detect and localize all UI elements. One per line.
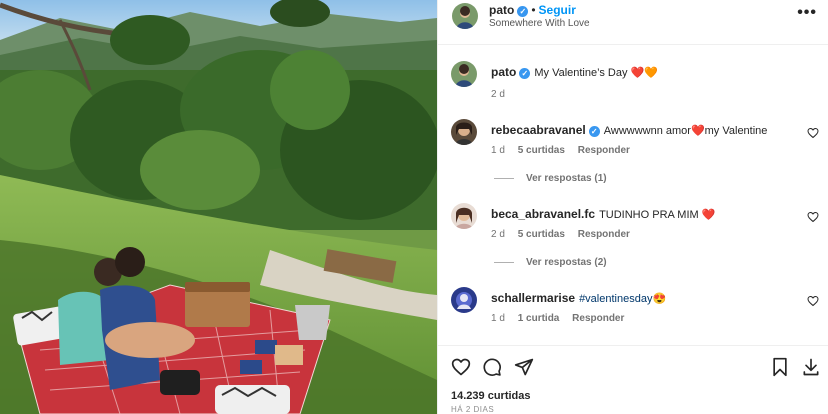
comment-age: 2 d [491, 229, 505, 240]
replies-divider [494, 261, 514, 263]
separator-dot: • [531, 3, 536, 17]
like-comment-heart-icon[interactable] [807, 127, 819, 139]
post-date: HÁ 2 DIAS [451, 405, 495, 414]
view-replies-button[interactable]: Ver respostas (1) [494, 173, 607, 184]
comment-username[interactable]: beca_abravanel.fc [491, 207, 595, 221]
post-photo[interactable] [0, 0, 437, 414]
comment-text: Awwwwwnn amor❤️my Valentine [603, 125, 768, 137]
post-actions: 14.239 curtidas [438, 345, 828, 414]
post-image [0, 0, 437, 414]
like-comment-heart-icon[interactable] [807, 211, 819, 223]
download-icon[interactable] [801, 357, 821, 377]
verified-badge-icon: ✓ [519, 68, 531, 79]
caption-avatar[interactable] [451, 61, 477, 87]
comment-meta: 1 d 1 curtida Responder [491, 313, 634, 324]
post-location[interactable]: Somewhere With Love [489, 18, 590, 29]
save-icon[interactable] [770, 357, 790, 377]
caption-emoji: ❤️🧡 [630, 67, 658, 79]
caption-text: My Valentine’s Day [534, 67, 628, 79]
comment-meta: 1 d 5 curtidas Responder [491, 145, 640, 156]
comment-icon[interactable] [482, 357, 502, 377]
caption-username[interactable]: pato [491, 65, 516, 79]
comment-text[interactable]: #valentinesday😍 [579, 293, 666, 305]
comment-line: beca_abravanel.fc TUDINHO PRA MIM ❤️ [491, 207, 715, 221]
commenter-avatar[interactable] [451, 287, 477, 313]
comment-likes[interactable]: 5 curtidas [518, 229, 565, 240]
view-replies-label: Ver respostas (1) [526, 173, 607, 184]
likes-count[interactable]: 14.239 curtidas [451, 390, 531, 402]
reply-button[interactable]: Responder [578, 145, 630, 156]
verified-badge-icon: ✓ [517, 6, 529, 17]
comment-line: rebecaabravanel ✓ Awwwwwnn amor❤️my Valent… [491, 123, 767, 137]
comment-age: 1 d [491, 145, 505, 156]
author-avatar[interactable] [452, 3, 478, 29]
comment-likes[interactable]: 1 curtida [518, 313, 560, 324]
share-icon[interactable] [514, 357, 534, 377]
comment-meta: 2 d 5 curtidas Responder [491, 229, 640, 240]
view-replies-button[interactable]: Ver respostas (2) [494, 257, 607, 268]
like-comment-heart-icon[interactable] [807, 295, 819, 307]
post-header: pato ✓ • Seguir Somewhere With Love ••• [438, 0, 828, 32]
replies-divider [494, 177, 514, 179]
comment-text: TUDINHO PRA MIM ❤️ [599, 209, 716, 221]
author-username[interactable]: pato [489, 3, 514, 17]
comments-section[interactable]: pato ✓ My Valentine’s Day ❤️🧡 2 d rebecaab… [438, 44, 828, 344]
comment-username[interactable]: schallermarise [491, 291, 575, 305]
post-details-panel: pato ✓ • Seguir Somewhere With Love ••• pat… [437, 0, 828, 414]
comment-line: schallermarise #valentinesday😍 [491, 291, 666, 305]
caption-age: 2 d [491, 89, 505, 100]
view-replies-label: Ver respostas (2) [526, 257, 607, 268]
comment-likes[interactable]: 5 curtidas [518, 145, 565, 156]
follow-button[interactable]: Seguir [539, 3, 576, 17]
verified-badge-icon: ✓ [588, 126, 600, 137]
heart-icon[interactable] [451, 357, 471, 377]
reply-button[interactable]: Responder [572, 313, 624, 324]
caption-line: pato ✓ My Valentine’s Day ❤️🧡 [491, 65, 658, 79]
commenter-avatar[interactable] [451, 203, 477, 229]
comment-age: 1 d [491, 313, 505, 324]
commenter-avatar[interactable] [451, 119, 477, 145]
more-options-icon[interactable]: ••• [797, 5, 817, 21]
reply-button[interactable]: Responder [578, 229, 630, 240]
comment-username[interactable]: rebecaabravanel [491, 123, 586, 137]
author-line: pato ✓ • Seguir [489, 3, 576, 17]
